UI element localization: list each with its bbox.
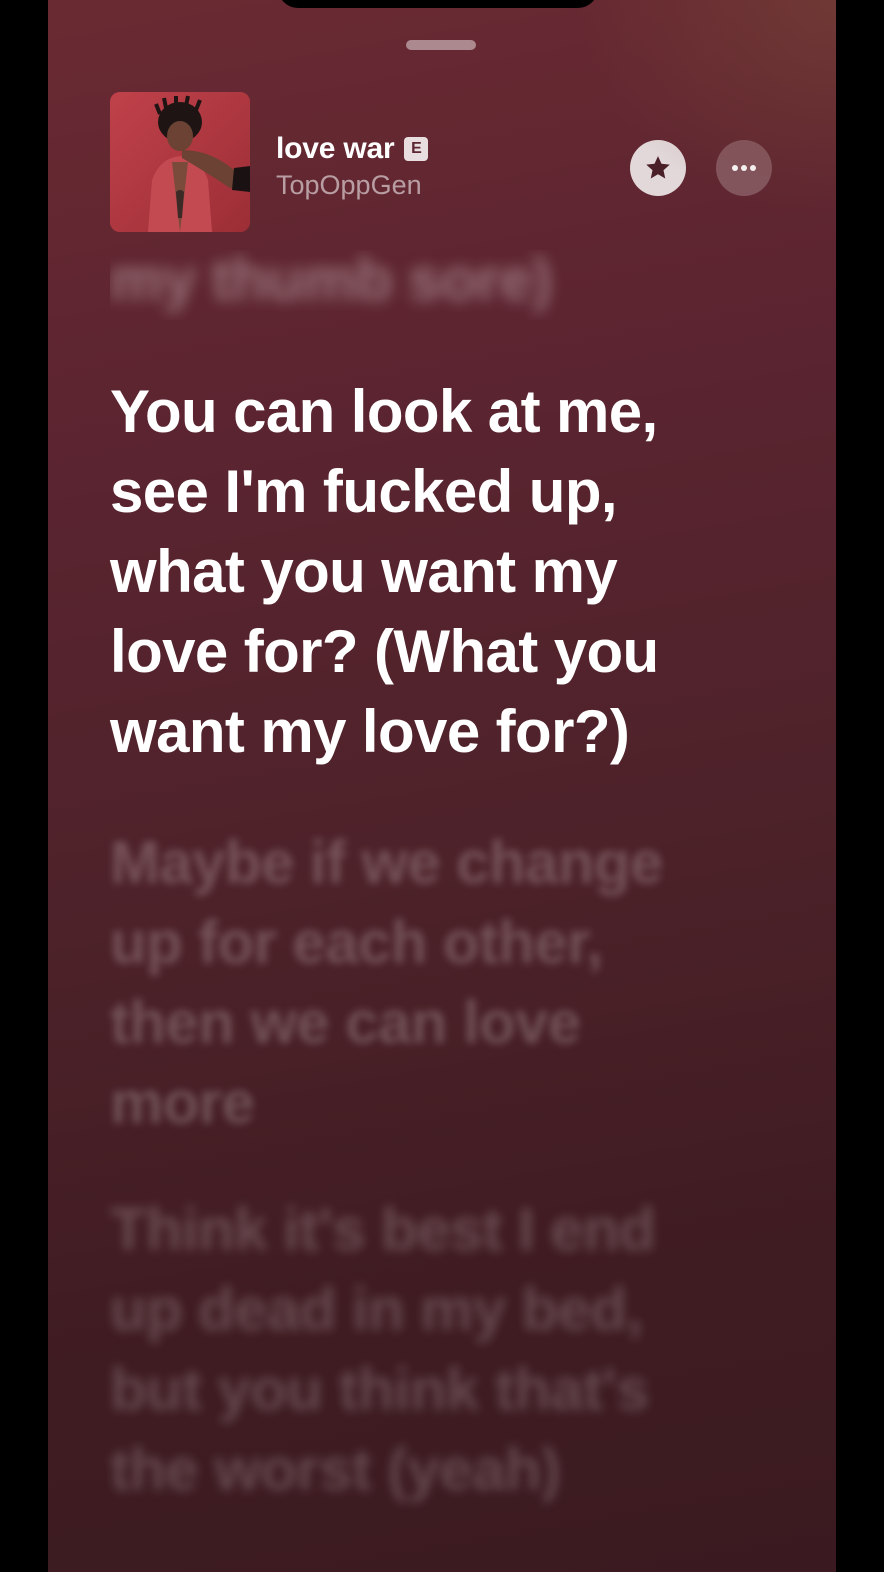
track-info[interactable]: love war E TopOppGen (276, 132, 596, 201)
favorite-button[interactable] (630, 140, 686, 196)
more-options-button[interactable] (716, 140, 772, 196)
album-artwork[interactable] (110, 92, 250, 232)
explicit-badge: E (404, 137, 429, 161)
track-title: love war (276, 132, 395, 165)
device-notch (278, 0, 598, 8)
star-icon (646, 156, 670, 179)
ellipsis-icon (732, 165, 756, 171)
lyrics-screen: love war E TopOppGen my thumb sore) You … (48, 0, 836, 1572)
lyric-line-next[interactable]: Maybe if we change up for each other, th… (110, 823, 730, 1143)
track-artist[interactable]: TopOppGen (276, 170, 596, 201)
lyric-line-current[interactable]: You can look at me, see I'm fucked up, w… (110, 372, 730, 772)
lyric-line-next[interactable]: Think it's best I end up dead in my bed,… (110, 1190, 730, 1510)
now-playing-header: love war E TopOppGen (110, 92, 774, 232)
lyric-line-previous[interactable]: my thumb sore) (110, 250, 730, 320)
artwork-image (110, 92, 250, 232)
sheet-grabber[interactable] (406, 40, 476, 50)
